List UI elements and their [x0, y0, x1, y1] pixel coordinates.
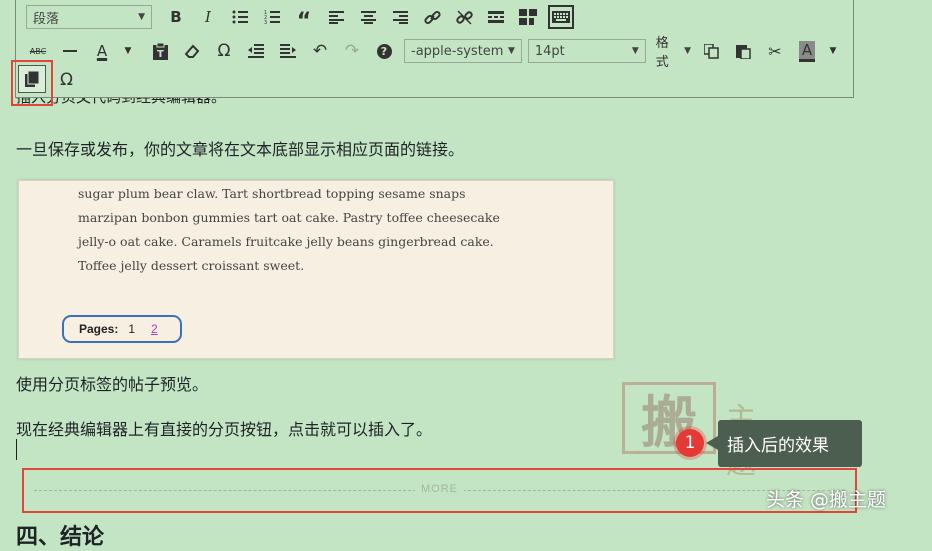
pages-label: Pages: [79, 322, 119, 336]
help-icon[interactable]: ? [372, 39, 396, 63]
align-center-icon[interactable] [356, 5, 380, 29]
toolbar-row-1: 段落 ▼ B I 123 “ [16, 3, 582, 34]
format-select-value: 段落 [33, 11, 60, 27]
unlink-icon[interactable] [452, 5, 476, 29]
font-family-select[interactable]: -apple-system ▼ [404, 39, 522, 63]
bullet-list-icon[interactable] [228, 5, 252, 29]
paragraph-save-publish: 一旦保存或发布，你的文章将在文本底部显示相应页面的链接。 [16, 140, 465, 159]
chevron-down-icon[interactable]: ▼ [821, 39, 845, 63]
chevron-down-icon: ▼ [684, 46, 691, 56]
outdent-icon[interactable] [244, 39, 268, 63]
text-cursor [16, 439, 17, 460]
read-more-icon[interactable] [484, 5, 508, 29]
paragraph-page-break-button: 现在经典编辑器上有直接的分页按钮，点击就可以插入了。 [16, 420, 433, 439]
bold-icon[interactable]: B [164, 5, 188, 29]
cut-icon[interactable]: ✂ [763, 39, 787, 63]
chevron-down-icon[interactable]: ▼ [116, 39, 140, 63]
blockquote-icon[interactable]: “ [292, 5, 316, 34]
editor-toolbar: 段落 ▼ B I 123 “ ABC A ▼ T Ω ↶ ↷ ? -apple-… [15, 0, 854, 98]
annotation-badge: 1 [676, 429, 704, 457]
redo-icon[interactable]: ↷ [340, 39, 364, 63]
pagination-box: Pages: 1 2 [62, 315, 182, 343]
annotation-tooltip: 插入后的效果 [718, 420, 862, 467]
svg-text:T: T [157, 49, 164, 60]
chevron-down-icon: ▼ [138, 12, 145, 22]
more-label: MORE [24, 483, 855, 495]
svg-text:3: 3 [264, 20, 267, 24]
more-label-text: MORE [415, 483, 464, 495]
formats-menu-button[interactable]: 格式 ▼ [656, 36, 691, 70]
paste-icon[interactable] [731, 39, 755, 63]
clear-formatting-icon[interactable] [180, 39, 204, 63]
chevron-down-icon: ▼ [631, 46, 639, 56]
more-tag-block[interactable]: MORE [22, 468, 857, 513]
conclusion-heading: 四、结论 [16, 525, 105, 550]
horizontal-line-icon[interactable] [58, 39, 82, 63]
font-family-value: -apple-system [411, 43, 504, 59]
current-page: 1 [128, 322, 136, 336]
paste-text-icon[interactable]: T [148, 39, 172, 63]
preview-caption: 使用分页标签的帖子预览。 [16, 375, 209, 394]
toolbar-toggle-icon[interactable] [516, 5, 540, 29]
post-preview-image: sugar plum bear claw. Tart shortbread to… [18, 180, 614, 359]
italic-icon[interactable]: I [196, 5, 220, 29]
keyboard-icon[interactable] [548, 5, 574, 29]
copy-icon[interactable] [699, 39, 723, 63]
format-select[interactable]: 段落 ▼ [26, 5, 152, 29]
font-size-select[interactable]: 14pt ▼ [527, 39, 646, 63]
numbered-list-icon[interactable]: 123 [260, 5, 284, 29]
page-link[interactable]: 2 [151, 322, 158, 336]
text-color-icon[interactable]: A [90, 39, 114, 63]
align-left-icon[interactable] [324, 5, 348, 29]
link-icon[interactable] [420, 5, 444, 29]
chevron-down-icon: ▼ [507, 46, 515, 56]
align-right-icon[interactable] [388, 5, 412, 29]
indent-icon[interactable] [276, 39, 300, 63]
special-character-icon[interactable]: Ω [212, 39, 236, 63]
preview-body-text: sugar plum bear claw. Tart shortbread to… [78, 186, 500, 273]
page-break-icon[interactable] [18, 65, 46, 93]
font-size-value: 14pt [534, 43, 565, 59]
special-character-icon[interactable]: Ω [60, 70, 73, 90]
tooltip-arrow [706, 436, 718, 450]
source-watermark: 头条 @搬主题 [766, 489, 887, 511]
background-color-icon[interactable]: A [795, 39, 819, 63]
formats-label: 格式 [655, 36, 669, 70]
undo-icon[interactable]: ↶ [308, 39, 332, 63]
toolbar-row-2: ABC A ▼ T Ω ↶ ↷ ? -apple-system ▼ 14pt ▼… [16, 36, 853, 70]
